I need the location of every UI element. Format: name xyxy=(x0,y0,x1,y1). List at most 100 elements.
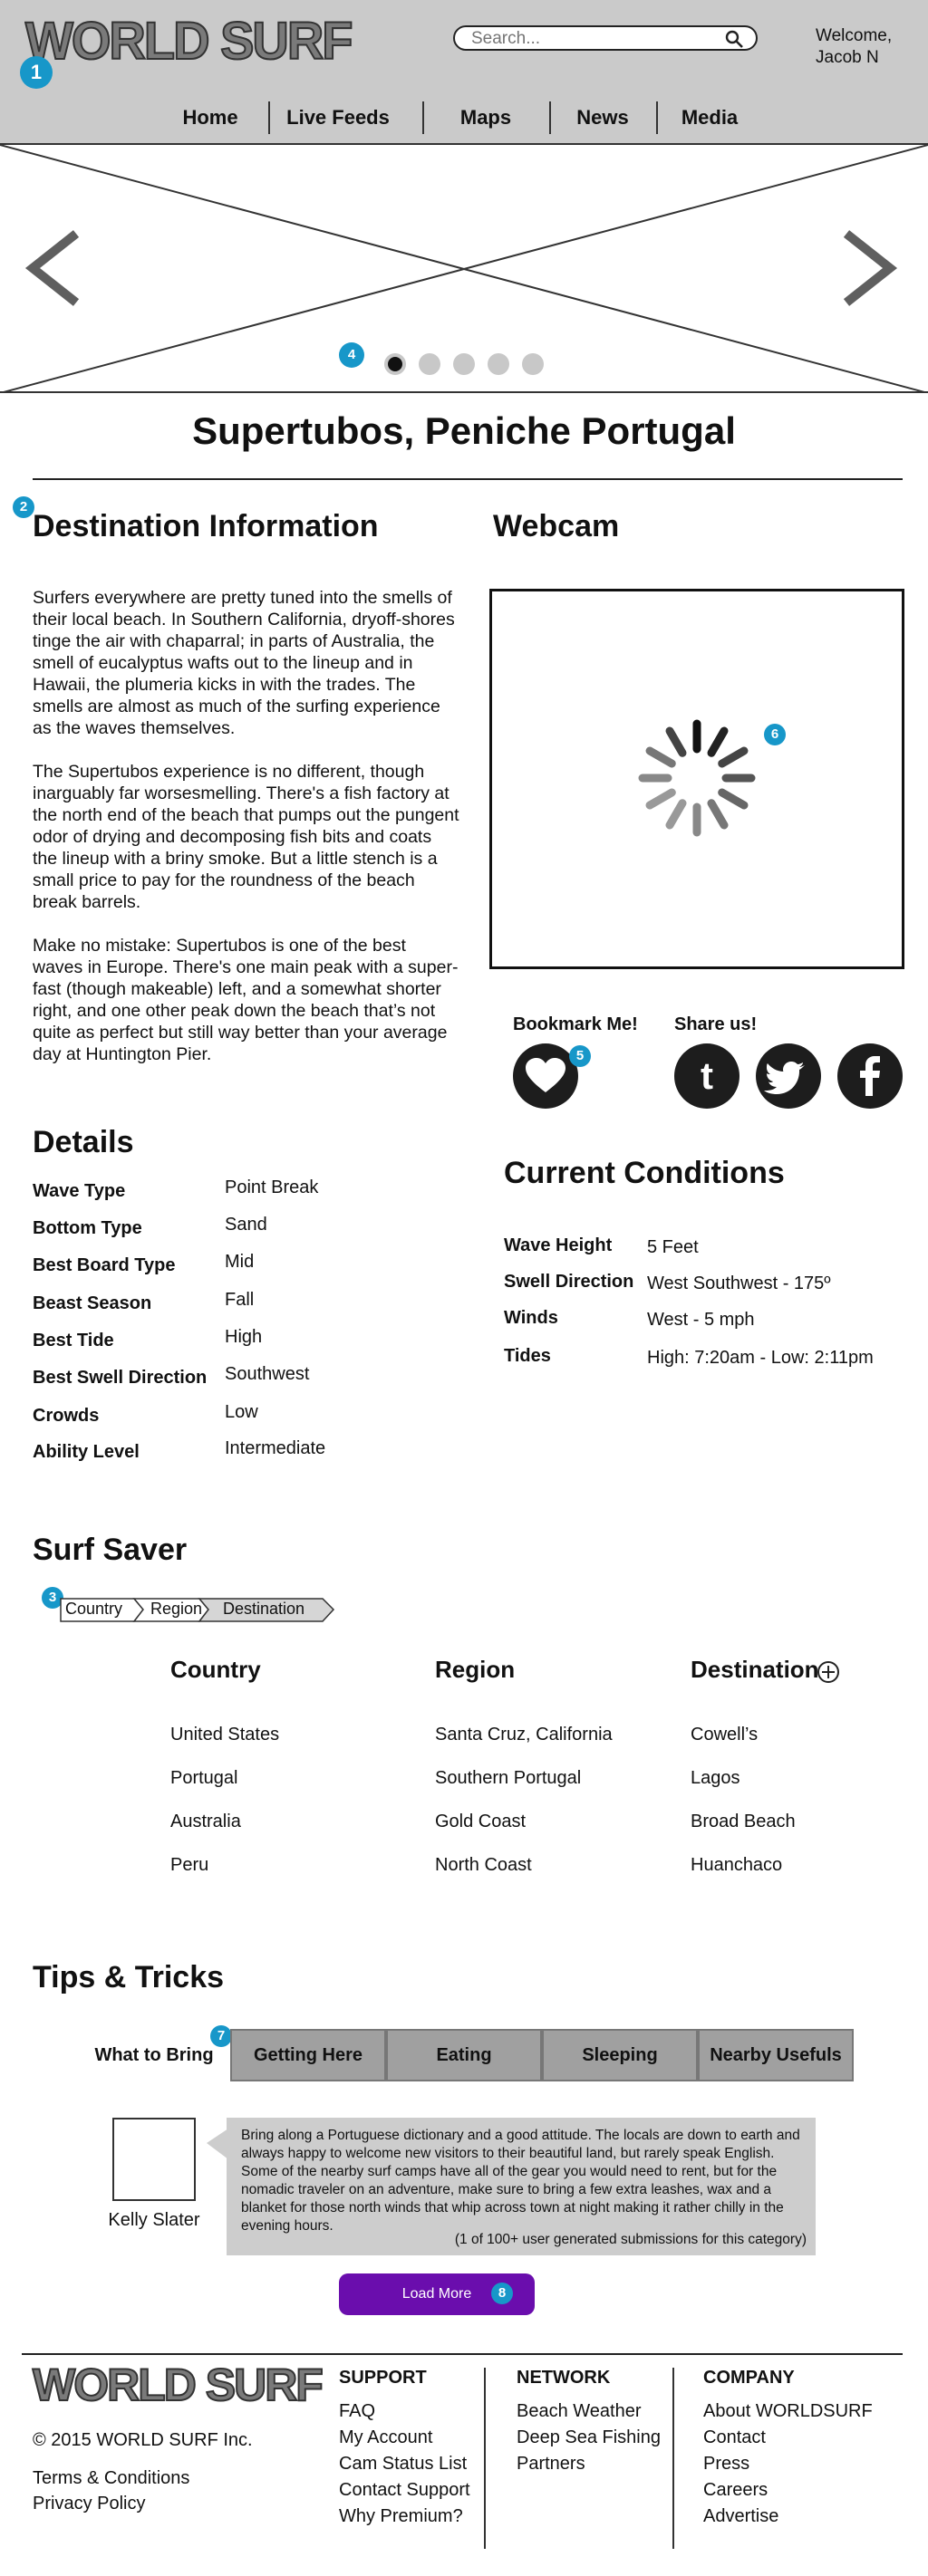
detail-label: Beast Season xyxy=(33,1293,152,1313)
share-label: Share us! xyxy=(674,1014,758,1034)
footer-link-why-premium[interactable]: Why Premium? xyxy=(339,2504,463,2529)
carousel-dot-active[interactable] xyxy=(384,353,406,375)
footer-link-terms[interactable]: Terms & Conditions xyxy=(33,2465,189,2491)
footer-logo[interactable]: WORLD SURF xyxy=(32,2359,324,2411)
detail-label: Crowds xyxy=(33,1406,100,1426)
detail-label: Bottom Type xyxy=(33,1218,142,1238)
country-item[interactable]: United States xyxy=(170,1725,279,1745)
column-header-region: Region xyxy=(435,1656,516,1683)
carousel-next-icon[interactable] xyxy=(841,230,899,306)
nav-maps[interactable]: Maps xyxy=(424,101,547,134)
conditions-heading: Current Conditions xyxy=(504,1156,785,1190)
column-header-country: Country xyxy=(170,1656,261,1683)
footer-link-contact-support[interactable]: Contact Support xyxy=(339,2477,470,2503)
annotation-badge-5: 5 xyxy=(569,1045,591,1067)
footer-link-faq[interactable]: FAQ xyxy=(339,2398,375,2424)
detail-label: Best Tide xyxy=(33,1331,114,1350)
region-item[interactable]: Gold Coast xyxy=(435,1812,526,1832)
footer-link-privacy[interactable]: Privacy Policy xyxy=(33,2491,145,2516)
surf-saver-heading: Surf Saver xyxy=(33,1533,188,1567)
footer-divider xyxy=(672,2368,674,2549)
main-nav: Home Live Feeds Maps News Media xyxy=(163,101,761,134)
annotation-badge-1: 1 xyxy=(20,56,53,89)
region-item[interactable]: North Coast xyxy=(435,1855,532,1876)
condition-value: West - 5 mph xyxy=(647,1310,755,1330)
breadcrumb-destination[interactable]: Destination xyxy=(223,1600,323,1619)
footer-link-cam-status[interactable]: Cam Status List xyxy=(339,2451,467,2476)
tip-text: Bring along a Portuguese dictionary and … xyxy=(241,2128,800,2234)
breadcrumb-region[interactable]: Region xyxy=(150,1600,214,1619)
webcam-heading: Webcam xyxy=(493,509,620,543)
destination-item[interactable]: Huanchaco xyxy=(691,1855,782,1876)
footer-link-deep-sea-fishing[interactable]: Deep Sea Fishing xyxy=(517,2425,661,2450)
footer-link-beach-weather[interactable]: Beach Weather xyxy=(517,2398,642,2424)
facebook-icon[interactable] xyxy=(837,1043,903,1109)
detail-value: Southwest xyxy=(225,1364,310,1384)
destination-item[interactable]: Cowell’s xyxy=(691,1725,758,1745)
destination-paragraph: The Supertubos experience is no differen… xyxy=(33,762,459,912)
footer-link-contact[interactable]: Contact xyxy=(703,2425,766,2450)
nav-home[interactable]: Home xyxy=(163,101,257,134)
condition-value: West Southwest - 175º xyxy=(647,1274,831,1293)
site-logo[interactable]: WORLD SURF xyxy=(24,9,354,71)
welcome-user[interactable]: Welcome, Jacob N xyxy=(816,25,915,69)
twitter-icon[interactable] xyxy=(756,1043,821,1109)
region-item[interactable]: Santa Cruz, California xyxy=(435,1725,613,1745)
carousel-dot[interactable] xyxy=(453,353,475,375)
search-icon[interactable] xyxy=(725,30,743,48)
tab-eating[interactable]: Eating xyxy=(386,2029,542,2081)
copyright: © 2015 WORLD SURF Inc. xyxy=(33,2430,253,2450)
avatar[interactable] xyxy=(112,2118,196,2201)
footer-link-careers[interactable]: Careers xyxy=(703,2477,768,2503)
tumblr-icon[interactable]: t xyxy=(674,1043,740,1109)
footer-link-partners[interactable]: Partners xyxy=(517,2451,585,2476)
footer-network-heading: NETWORK xyxy=(517,2368,611,2388)
column-header-destination: Destination xyxy=(691,1656,819,1683)
search-input[interactable] xyxy=(471,30,716,48)
carousel-dot[interactable] xyxy=(522,353,544,375)
tip-author[interactable]: Kelly Slater xyxy=(91,2210,218,2231)
country-item[interactable]: Peru xyxy=(170,1855,208,1876)
tab-what-to-bring[interactable]: What to Bring xyxy=(78,2029,230,2081)
condition-label: Winds xyxy=(504,1308,558,1328)
breadcrumb-country[interactable]: Country xyxy=(65,1600,138,1619)
bookmark-heart-icon[interactable] xyxy=(513,1043,578,1109)
country-item[interactable]: Portugal xyxy=(170,1768,238,1789)
footer-link-about[interactable]: About WORLDSURF xyxy=(703,2398,873,2424)
destination-paragraph: Make no mistake: Supertubos is one of th… xyxy=(33,936,459,1064)
condition-label: Tides xyxy=(504,1346,551,1366)
detail-value: Fall xyxy=(225,1290,255,1310)
tab-getting-here[interactable]: Getting Here xyxy=(230,2029,386,2081)
tab-sleeping[interactable]: Sleeping xyxy=(542,2029,698,2081)
tab-nearby-usefuls[interactable]: Nearby Usefuls xyxy=(698,2029,854,2081)
nav-media[interactable]: Media xyxy=(658,101,761,134)
search-box xyxy=(453,25,758,51)
destination-heading: Destination Information xyxy=(33,509,379,543)
condition-value: 5 Feet xyxy=(647,1237,699,1257)
destination-item[interactable]: Lagos xyxy=(691,1768,740,1789)
detail-value: Point Break xyxy=(225,1177,319,1197)
speech-bubble-tail xyxy=(207,2129,228,2159)
carousel-dot[interactable] xyxy=(419,353,440,375)
condition-label: Wave Height xyxy=(504,1235,613,1255)
header: WORLD SURF 1 Welcome, Jacob N Home Live … xyxy=(0,0,928,145)
detail-value: Intermediate xyxy=(225,1438,326,1458)
tip-submission-count: (1 of 100+ user generated submissions fo… xyxy=(454,2232,807,2247)
destination-paragraph: Surfers everywhere are pretty tuned into… xyxy=(33,588,455,738)
add-destination-icon[interactable] xyxy=(816,1659,841,1685)
carousel-prev-icon[interactable] xyxy=(24,230,82,306)
webcam-player[interactable]: 6 xyxy=(489,589,904,969)
divider xyxy=(33,478,903,480)
loading-spinner-icon xyxy=(638,719,756,837)
footer-link-advertise[interactable]: Advertise xyxy=(703,2504,778,2529)
footer-link-my-account[interactable]: My Account xyxy=(339,2425,432,2450)
region-item[interactable]: Southern Portugal xyxy=(435,1768,581,1789)
country-item[interactable]: Australia xyxy=(170,1812,241,1832)
nav-news[interactable]: News xyxy=(551,101,654,134)
carousel-dot[interactable] xyxy=(488,353,509,375)
footer-support-heading: SUPPORT xyxy=(339,2368,427,2388)
nav-live-feeds[interactable]: Live Feeds xyxy=(270,101,406,134)
footer-divider xyxy=(22,2353,903,2355)
footer-link-press[interactable]: Press xyxy=(703,2451,749,2476)
destination-item[interactable]: Broad Beach xyxy=(691,1812,796,1832)
